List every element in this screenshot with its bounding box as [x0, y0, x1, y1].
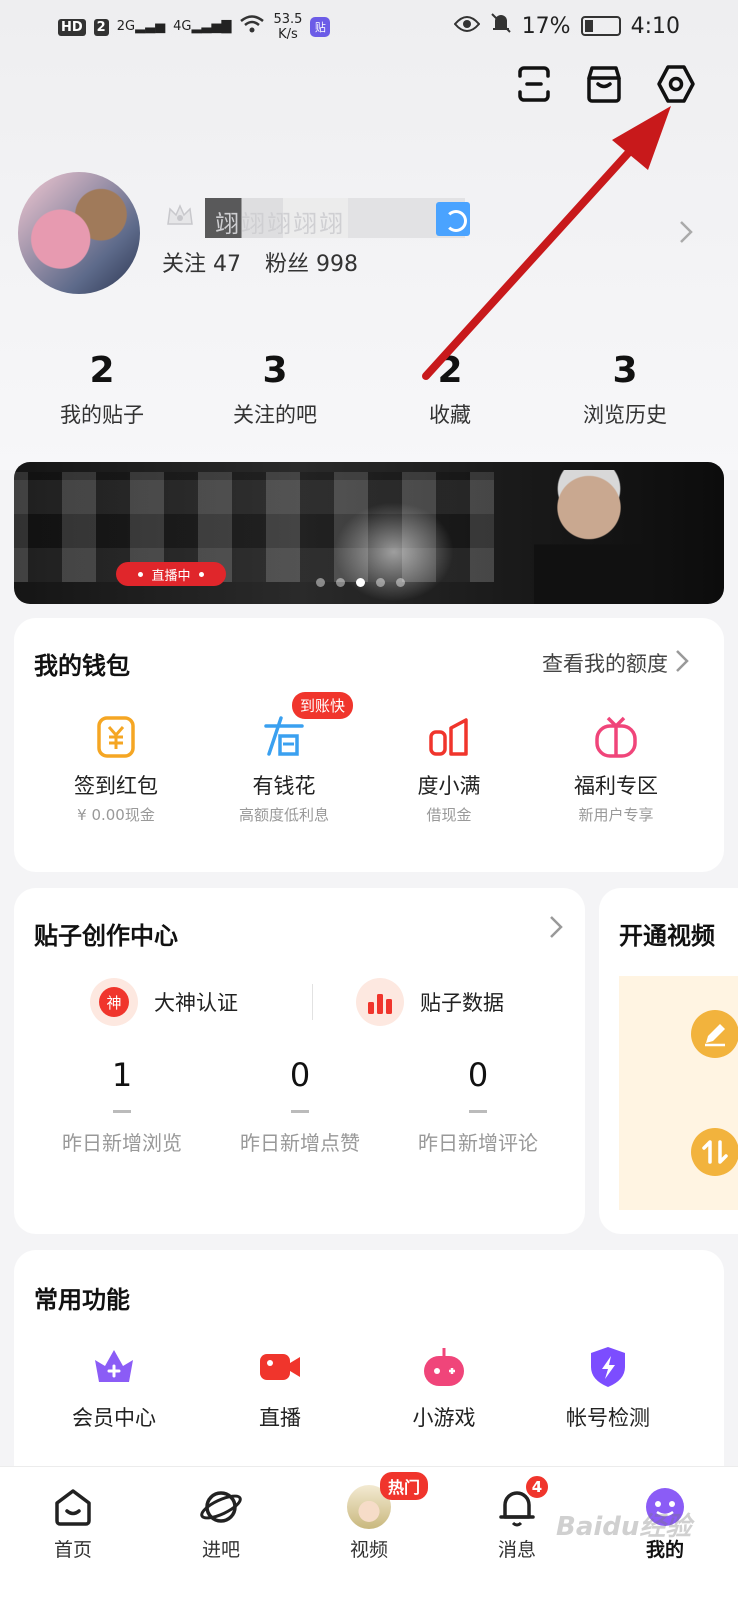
settings-icon[interactable]: [654, 62, 698, 106]
view-credit-link[interactable]: 查看我的额度: [542, 648, 668, 678]
certification-icon: 神: [90, 978, 138, 1026]
chevron-right-icon[interactable]: [676, 218, 696, 246]
duxiaoman-icon: [426, 714, 472, 760]
network-speed: 53.5 K/s: [273, 12, 303, 42]
battery-percent: 17%: [521, 13, 571, 39]
hot-badge: 热门: [380, 1472, 429, 1500]
banner-person-image: [534, 470, 644, 604]
wallet-item-signin-redpacket[interactable]: 签到红包 ¥ 0.00现金: [36, 714, 196, 825]
nav-home[interactable]: 首页: [28, 1485, 118, 1562]
hd-indicator: HD: [58, 18, 86, 36]
yuan-icon: [93, 714, 139, 760]
wallet-item-duxiaoman[interactable]: 度小满 借现金: [369, 714, 529, 825]
common-functions-title: 常用功能: [34, 1286, 130, 1314]
wifi-icon: [239, 14, 265, 40]
fans-count[interactable]: 粉丝 998: [265, 246, 358, 278]
stat-followed-bars[interactable]: 3 关注的吧: [195, 350, 355, 429]
chevron-right-icon[interactable]: [548, 914, 564, 940]
avatar[interactable]: [18, 172, 140, 294]
watermark-logo: Baidu经验: [556, 1512, 692, 1542]
promo-banner[interactable]: 直播中: [14, 462, 724, 604]
mute-bell-icon: [490, 12, 512, 40]
page-dot: [376, 578, 385, 587]
func-member-center[interactable]: 会员中心: [44, 1344, 184, 1432]
sim-indicator: 2: [93, 18, 109, 36]
clock: 4:10: [630, 13, 680, 39]
level-badge-icon: [436, 202, 470, 236]
wallet-item-youqianhua[interactable]: 有钱花 高额度低利息: [204, 714, 364, 825]
shield-bolt-icon: [585, 1344, 631, 1390]
chevron-right-icon[interactable]: [674, 648, 690, 674]
crown-icon: [165, 200, 195, 230]
stat-favorites[interactable]: 2 收藏: [370, 350, 530, 429]
wallet-title: 我的钱包: [34, 652, 130, 680]
func-mini-games[interactable]: 小游戏: [374, 1344, 514, 1432]
func-account-check[interactable]: 帐号检测: [538, 1344, 678, 1432]
nav-enter-bar[interactable]: 进吧: [176, 1485, 266, 1562]
status-bar: HD 2 2G▂▃▅ 4G▂▃▅▇ 53.5 K/s 贴 17% 4:10: [0, 0, 738, 56]
stat-history[interactable]: 3 浏览历史: [545, 350, 705, 429]
youqianhua-icon: [261, 714, 307, 760]
edit-pencil-icon: [691, 1010, 738, 1058]
scan-icon[interactable]: [512, 62, 556, 106]
username[interactable]: 翊翊翊翊翊: [215, 204, 345, 239]
wallet-item-welfare[interactable]: 福利专区 新用户专享: [536, 714, 696, 825]
vip-crown-icon: [91, 1344, 137, 1390]
stats-row: 2 我的贴子 3 关注的吧 2 收藏 3 浏览历史: [0, 350, 738, 440]
eye-icon: [453, 14, 481, 39]
page-dot: [396, 578, 405, 587]
fast-payout-badge: 到账快: [292, 692, 354, 719]
master-certification-button[interactable]: 神 大神认证: [90, 978, 238, 1026]
page-dot-active: [356, 578, 365, 587]
stat-my-posts[interactable]: 2 我的贴子: [22, 350, 182, 429]
func-live[interactable]: 直播: [210, 1344, 350, 1432]
open-video-card[interactable]: 开通视频: [599, 888, 738, 1234]
swap-arrows-icon: [691, 1128, 738, 1176]
following-count[interactable]: 关注 47: [162, 246, 241, 278]
message-count-badge: 4: [524, 1474, 550, 1500]
live-badge: 直播中: [116, 562, 226, 586]
nav-messages[interactable]: 消息: [472, 1485, 562, 1562]
home-icon: [51, 1485, 95, 1529]
signal-2g-icon: 2G▂▃▅: [116, 19, 166, 34]
signal-4g-icon: 4G▂▃▅▇: [173, 19, 232, 34]
game-icon: [421, 1344, 467, 1390]
open-video-title: 开通视频: [619, 922, 715, 950]
bar-chart-icon: [356, 978, 404, 1026]
storefront-icon[interactable]: [582, 62, 626, 106]
metric-yesterday-comments[interactable]: 0 昨日新增评论: [388, 1056, 568, 1156]
page-dot: [316, 578, 325, 587]
page-dot: [336, 578, 345, 587]
planet-icon: [199, 1485, 243, 1529]
metric-yesterday-likes[interactable]: 0 昨日新增点赞: [210, 1056, 390, 1156]
video-camera-icon: [257, 1344, 303, 1390]
battery-icon: [580, 16, 621, 36]
metric-yesterday-views[interactable]: 1 昨日新增浏览: [32, 1056, 212, 1156]
banner-pagination: [316, 578, 405, 587]
wallet-card: 我的钱包 查看我的额度 签到红包 ¥ 0.00现金 有钱花 高额度低利息 度小满…: [14, 618, 724, 872]
gift-icon: [593, 714, 639, 760]
creator-title: 贴子创作中心: [34, 922, 178, 950]
tieba-notification-icon: 贴: [310, 17, 331, 37]
creator-center-card: 贴子创作中心 神 大神认证 贴子数据 1 昨日新增浏览 0 昨日新增点赞 0 昨日新增…: [14, 888, 585, 1234]
post-data-button[interactable]: 贴子数据: [356, 978, 504, 1026]
follow-stats: 关注 47 粉丝 998: [162, 246, 358, 278]
